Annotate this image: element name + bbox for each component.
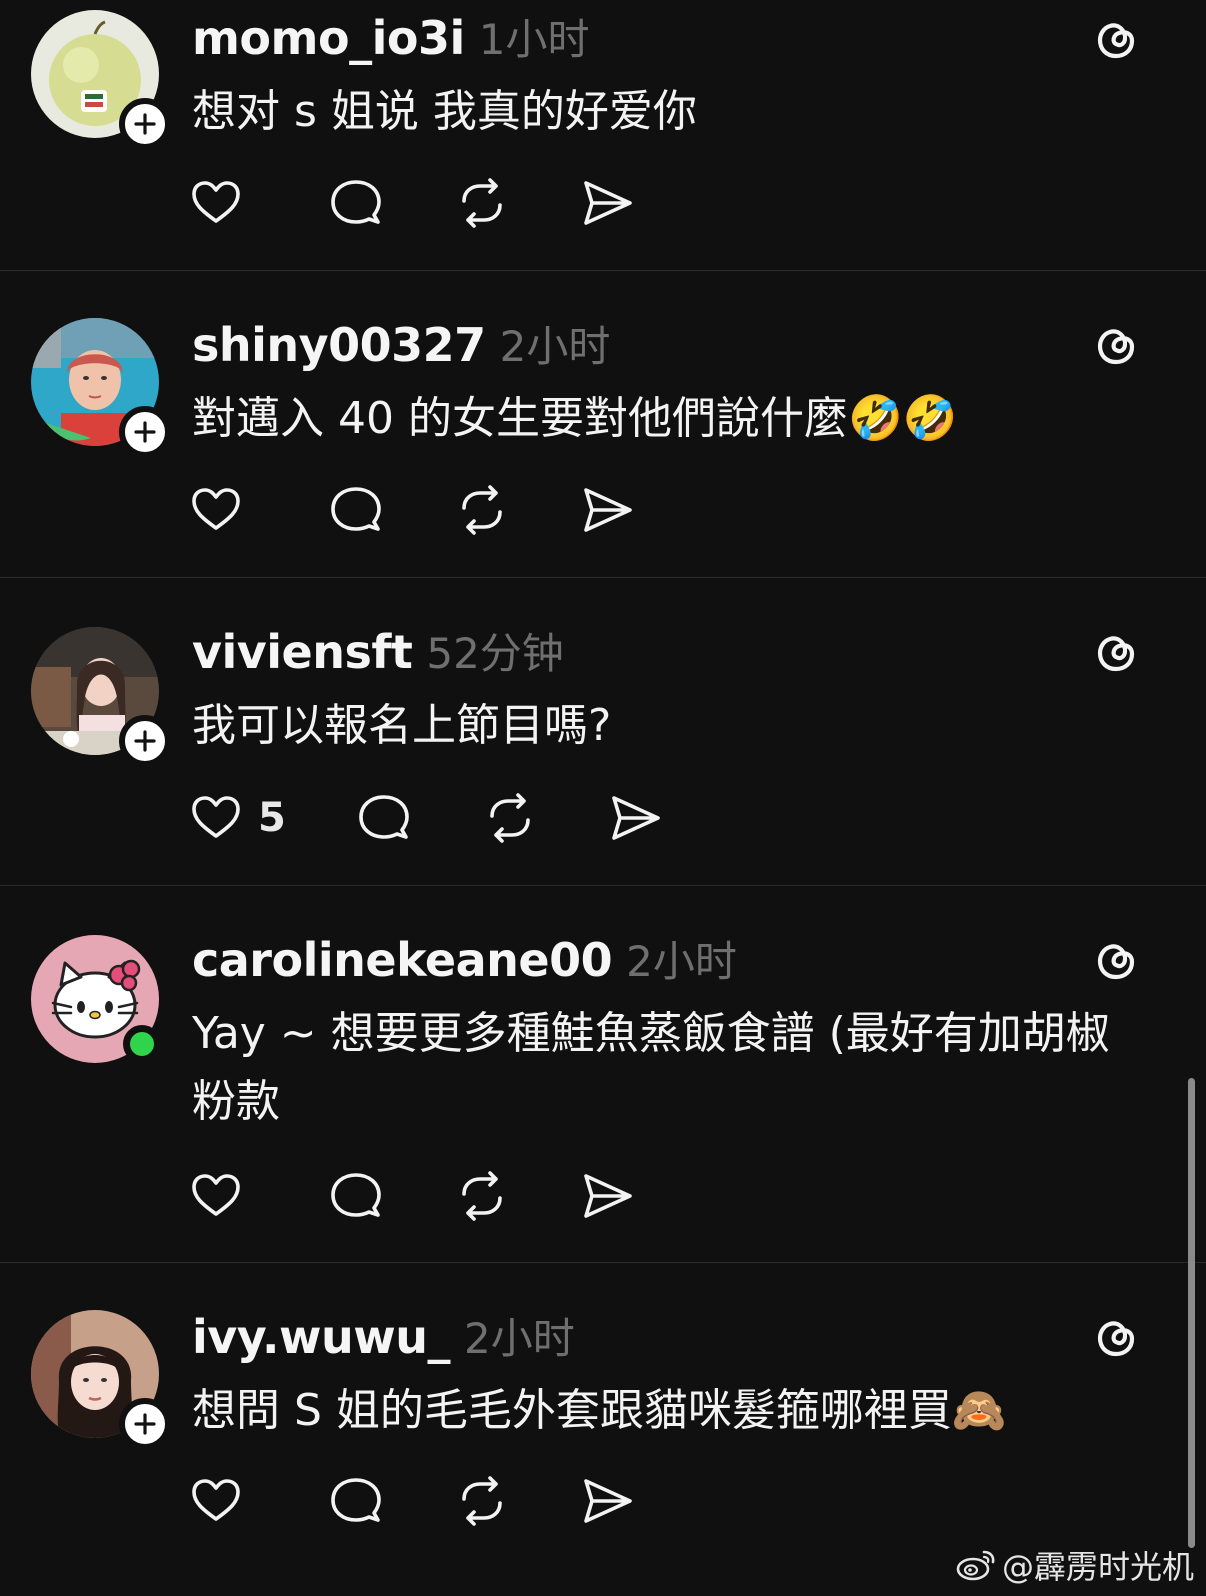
reply-button[interactable]	[356, 790, 412, 846]
post-text: Yay ~ 想要更多種鮭魚蒸飯食譜 (最好有加胡椒粉款	[192, 1008, 1110, 1127]
send-icon	[584, 181, 632, 225]
share-button[interactable]	[580, 482, 636, 538]
like-button[interactable]	[188, 482, 258, 538]
repost-button[interactable]	[454, 1168, 510, 1224]
like-button[interactable]	[188, 175, 258, 231]
post-text: 想問 S 姐的毛毛外套跟貓咪髮箍哪裡買🙈	[192, 1385, 1007, 1436]
action-bar	[188, 480, 706, 540]
scrollbar[interactable]	[1188, 1078, 1195, 1548]
post-header: viviensft 52分钟	[192, 620, 564, 680]
username[interactable]: carolinekeane00	[192, 933, 613, 987]
share-button[interactable]	[608, 790, 664, 846]
post-item: viviensft 52分钟 我可以報名上節目嗎? 5	[0, 578, 1206, 886]
send-icon	[584, 1479, 632, 1523]
repost-icon	[490, 793, 530, 843]
repost-icon	[462, 178, 502, 228]
comment-icon	[359, 795, 409, 839]
heart-icon	[192, 488, 240, 530]
action-bar	[188, 1471, 706, 1531]
username[interactable]: momo_io3i	[192, 11, 465, 65]
plus-icon	[134, 1413, 156, 1435]
comment-icon	[331, 1173, 381, 1217]
like-button[interactable]	[188, 1168, 258, 1224]
like-button[interactable]: 5	[188, 790, 286, 846]
repost-icon	[462, 1476, 502, 1526]
timestamp: 2小时	[463, 1314, 575, 1363]
plus-icon	[134, 421, 156, 443]
send-icon	[584, 488, 632, 532]
username[interactable]: shiny00327	[192, 318, 486, 372]
action-bar	[188, 173, 706, 233]
heart-icon	[192, 1174, 240, 1216]
threads-icon[interactable]	[1092, 320, 1140, 368]
threads-icon[interactable]	[1092, 14, 1140, 62]
post-item: shiny00327 2小时 對邁入 40 的女生要對他們說什麼🤣🤣	[0, 271, 1206, 578]
post-header: shiny00327 2小时	[192, 313, 610, 373]
post-text: 我可以報名上節目嗎?	[192, 700, 612, 751]
share-button[interactable]	[580, 1168, 636, 1224]
threads-icon[interactable]	[1092, 1312, 1140, 1360]
watermark-text: @霹雳时光机	[1001, 1548, 1194, 1586]
avatar[interactable]	[31, 627, 171, 767]
follow-button[interactable]	[119, 1398, 171, 1450]
follow-button[interactable]	[119, 406, 171, 458]
reply-button[interactable]	[328, 1473, 384, 1529]
plus-icon	[134, 730, 156, 752]
repost-icon	[462, 1171, 502, 1221]
heart-icon	[192, 1479, 240, 1521]
comment-icon	[331, 180, 381, 224]
weibo-icon	[956, 1550, 995, 1581]
share-button[interactable]	[580, 175, 636, 231]
follow-button[interactable]	[119, 98, 171, 150]
timestamp: 52分钟	[426, 629, 564, 678]
follow-button[interactable]	[119, 715, 171, 767]
username[interactable]: ivy.wuwu_	[192, 1310, 450, 1364]
avatar[interactable]	[31, 10, 171, 150]
avatar[interactable]	[31, 1310, 171, 1450]
like-count: 5	[258, 795, 286, 841]
comment-icon	[331, 1478, 381, 1522]
reply-button[interactable]	[328, 1168, 384, 1224]
avatar[interactable]	[31, 318, 171, 458]
heart-icon	[192, 796, 240, 838]
threads-icon[interactable]	[1092, 935, 1140, 983]
post-header: ivy.wuwu_ 2小时	[192, 1305, 575, 1365]
timestamp: 2小时	[499, 322, 611, 371]
post-text: 對邁入 40 的女生要對他們說什麼🤣🤣	[192, 393, 958, 444]
timestamp: 1小时	[478, 15, 590, 64]
comment-icon	[331, 487, 381, 531]
username[interactable]: viviensft	[192, 625, 413, 679]
post-item: carolinekeane00 2小时 Yay ~ 想要更多種鮭魚蒸飯食譜 (最…	[0, 886, 1206, 1263]
repost-button[interactable]	[482, 790, 538, 846]
send-icon	[612, 796, 660, 840]
repost-button[interactable]	[454, 482, 510, 538]
repost-icon	[462, 485, 502, 535]
heart-icon	[192, 181, 240, 223]
repost-button[interactable]	[454, 175, 510, 231]
reply-button[interactable]	[328, 482, 384, 538]
post-item: momo_io3i 1小时 想对 s 姐说 我真的好爱你	[0, 0, 1206, 271]
post-header: carolinekeane00 2小时	[192, 928, 737, 988]
post-text: 想对 s 姐说 我真的好爱你	[192, 86, 697, 137]
timestamp: 2小时	[626, 937, 737, 986]
send-icon	[584, 1174, 632, 1218]
like-button[interactable]	[188, 1473, 258, 1529]
repost-button[interactable]	[454, 1473, 510, 1529]
share-button[interactable]	[580, 1473, 636, 1529]
avatar[interactable]	[31, 935, 161, 1063]
online-status-dot	[123, 1025, 161, 1063]
threads-icon[interactable]	[1092, 627, 1140, 675]
post-header: momo_io3i 1小时	[192, 6, 589, 66]
action-bar	[188, 1166, 706, 1226]
reply-button[interactable]	[328, 175, 384, 231]
watermark: @霹雳时光机	[956, 1542, 1194, 1588]
plus-icon	[134, 113, 156, 135]
action-bar: 5	[188, 788, 734, 848]
